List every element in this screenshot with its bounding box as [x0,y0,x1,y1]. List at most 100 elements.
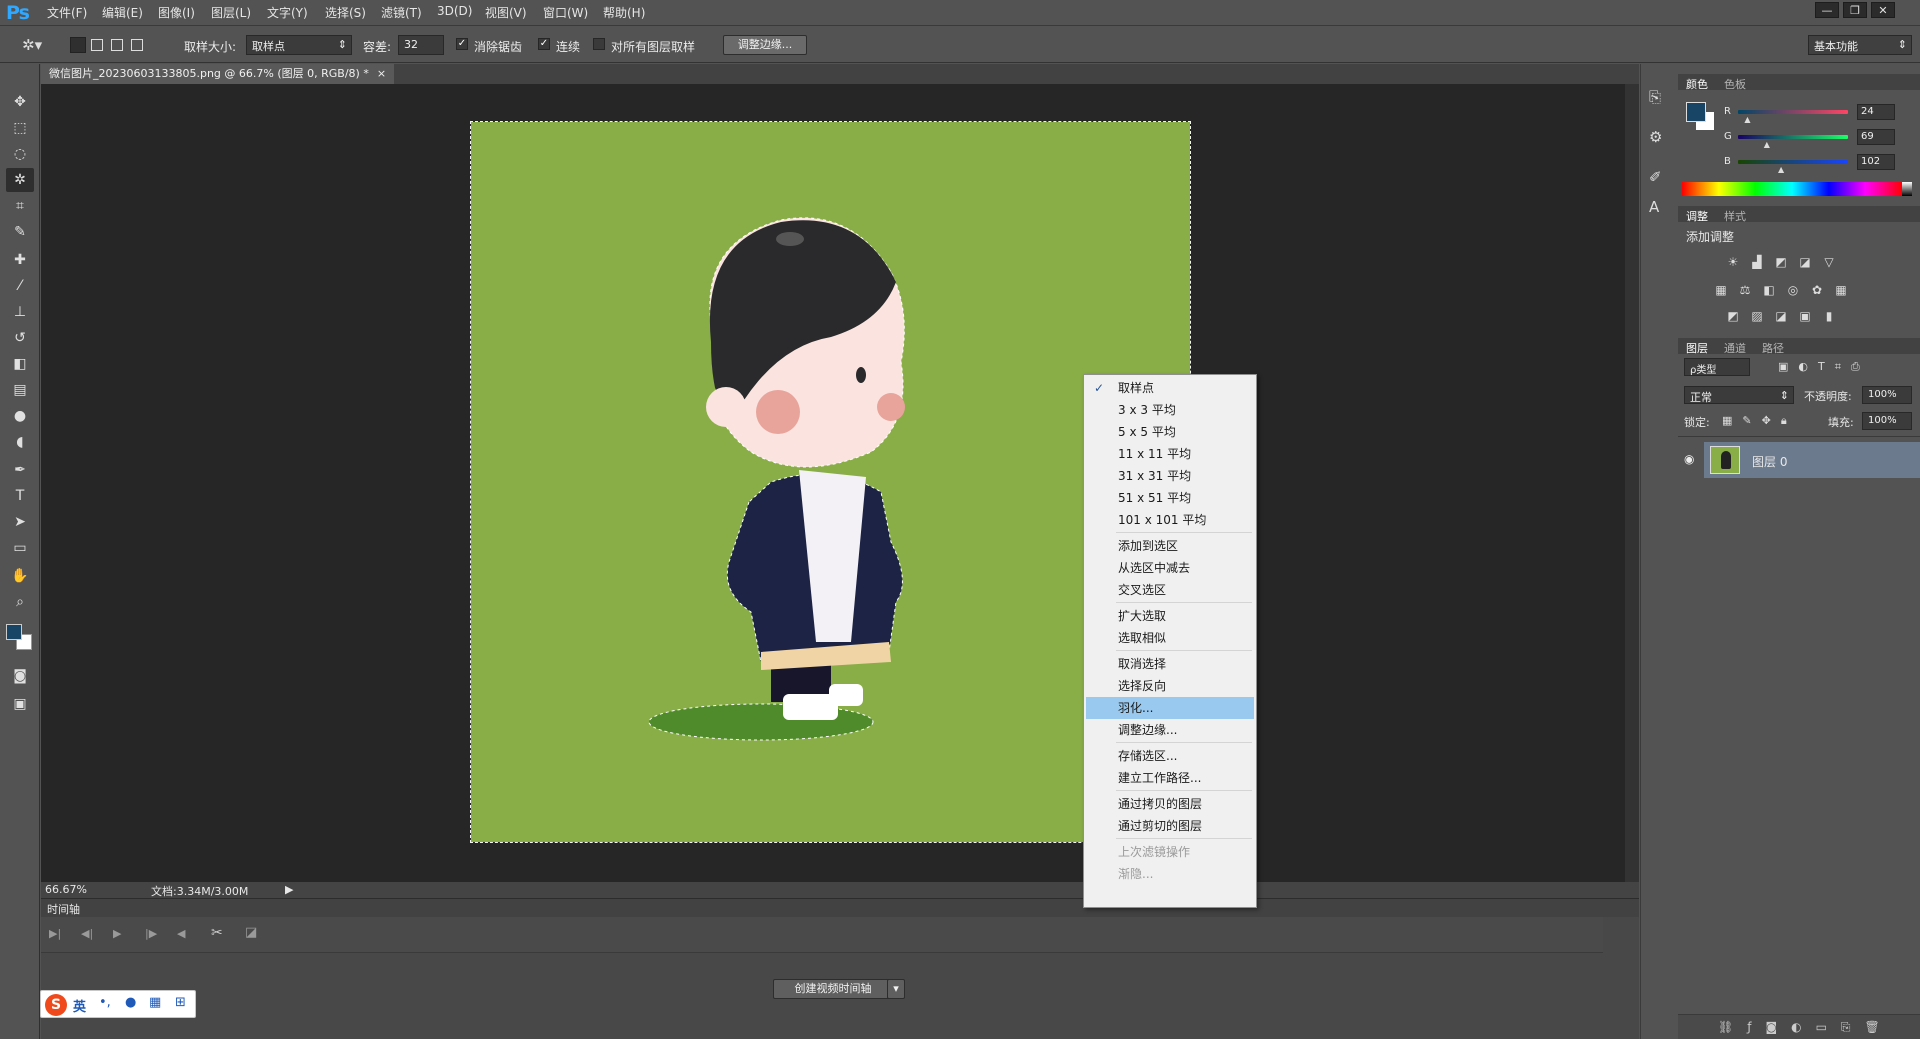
ime-toolbar[interactable]: S 英 •, ● ▦ ⊞ [40,990,196,1018]
subtract-selection-icon[interactable] [111,39,123,51]
lock-icons[interactable]: ▦✎✥🔒︎ [1722,414,1797,428]
layer-name[interactable]: 图层 0 [1752,453,1787,470]
eyedropper-tool-icon[interactable]: ✎ [6,220,34,244]
menu-image[interactable]: 图像(I) [158,4,195,21]
context-menu-item[interactable]: 羽化... [1086,697,1254,719]
history-brush-tool-icon[interactable]: ↺ [6,326,34,350]
punctuation-icon[interactable]: •, [99,995,111,1010]
posterize-icon[interactable]: ▨ [1748,308,1766,324]
menu-help[interactable]: 帮助(H) [603,4,645,21]
layer-filter-icons[interactable]: ▣◐T⌗⎙ [1778,360,1870,374]
context-menu-item[interactable]: 取消选择 [1086,653,1254,675]
context-menu-item[interactable]: 5 x 5 平均 [1086,421,1254,443]
context-menu-item[interactable]: 通过拷贝的图层 [1086,793,1254,815]
prev-frame-icon[interactable]: ◀| [81,927,93,940]
restore-button[interactable]: ❐ [1843,2,1867,18]
color-lookup-icon[interactable]: ▦ [1832,282,1850,298]
green-value[interactable]: 69 [1857,129,1895,145]
context-menu-item[interactable]: 101 x 101 平均 [1086,509,1254,531]
next-frame-icon[interactable]: |▶ [145,927,157,940]
menu-select[interactable]: 选择(S) [325,4,366,21]
new-selection-icon[interactable] [70,37,86,53]
black-white-icon[interactable]: ◧ [1760,282,1778,298]
add-selection-icon[interactable] [91,39,103,51]
keyboard-icon[interactable]: ▦ [149,995,161,1010]
tab-channels[interactable]: 通道 [1724,340,1746,356]
blue-slider[interactable] [1738,160,1848,164]
context-menu-item[interactable]: 11 x 11 平均 [1086,443,1254,465]
green-slider-thumb[interactable]: ▲ [1764,140,1770,149]
audio-icon[interactable]: ◀ [177,927,185,940]
character-panel-icon[interactable]: A [1649,198,1659,216]
menu-3d[interactable]: 3D(D) [437,4,472,18]
properties-panel-icon[interactable]: ⚙ [1649,128,1662,146]
channel-mixer-icon[interactable]: ✿ [1808,282,1826,298]
marquee-tool-icon[interactable]: ⬚ [6,116,34,140]
context-menu-item[interactable]: 扩大选取 [1086,605,1254,627]
layer-actions-icons[interactable]: ⛓ƒ◙◐▭⎘🗑︎ [1718,1020,1894,1035]
red-slider-thumb[interactable]: ▲ [1744,115,1750,124]
menu-layer[interactable]: 图层(L) [211,4,251,21]
context-menu-item[interactable]: 选择反向 [1086,675,1254,697]
first-frame-icon[interactable]: ▶| [49,927,61,940]
transition-icon[interactable]: ◪ [245,925,257,940]
close-tab-icon[interactable]: × [377,67,386,80]
gradient-tool-icon[interactable]: ▤ [6,378,34,402]
context-menu-item[interactable]: ✓ 取样点 [1086,377,1254,399]
brush-panel-icon[interactable]: ✐ [1649,168,1662,186]
minimize-button[interactable]: — [1815,2,1839,18]
eraser-tool-icon[interactable]: ◧ [6,352,34,376]
vibrance-icon[interactable]: ▽ [1820,254,1838,270]
gradient-map-icon[interactable]: ▮ [1820,308,1838,324]
zoom-tool-icon[interactable]: ⌕ [6,590,34,614]
magic-wand-tool-icon[interactable]: ✲ [6,168,34,192]
move-tool-icon[interactable]: ✥ [6,90,34,114]
hand-tool-icon[interactable]: ✋ [6,564,34,588]
tab-color[interactable]: 颜色 [1686,76,1708,92]
menu-window[interactable]: 窗口(W) [543,4,588,21]
tab-paths[interactable]: 路径 [1762,340,1784,356]
layer-filter-select[interactable]: ρ类型 [1684,358,1750,376]
tab-styles[interactable]: 样式 [1724,208,1746,224]
contiguous-checkbox[interactable]: ✓ [538,38,550,50]
context-menu-item[interactable]: 添加到选区 [1086,535,1254,557]
all-layers-checkbox[interactable] [593,38,605,50]
blue-value[interactable]: 102 [1857,154,1895,170]
close-button[interactable]: ✕ [1871,2,1895,18]
color-balance-icon[interactable]: ⚖ [1736,282,1754,298]
tab-layers[interactable]: 图层 [1686,340,1708,356]
quick-mask-icon[interactable]: ◙ [6,664,34,688]
workspace-select[interactable]: 基本功能 ⇕ [1808,35,1912,55]
anti-alias-checkbox[interactable]: ✓ [456,38,468,50]
magic-wand-preset-icon[interactable]: ✲▾ [22,36,42,54]
context-menu-item[interactable]: 通过剪切的图层 [1086,815,1254,837]
foreground-color-swatch[interactable] [6,624,22,640]
context-menu-item[interactable]: 从选区中减去 [1086,557,1254,579]
context-menu-item[interactable]: 51 x 51 平均 [1086,487,1254,509]
context-menu-item[interactable]: 建立工作路径... [1086,767,1254,789]
blend-mode-select[interactable]: 正常 ⇕ [1684,386,1794,404]
exposure-icon[interactable]: ◪ [1796,254,1814,270]
tab-swatches[interactable]: 色板 [1724,76,1746,92]
menu-file[interactable]: 文件(F) [47,4,87,21]
clone-stamp-tool-icon[interactable]: ⊥ [6,300,34,324]
curves-icon[interactable]: ◩ [1772,254,1790,270]
color-panel-swatches[interactable] [1686,102,1718,134]
color-spectrum-bar[interactable] [1682,182,1902,196]
photo-filter-icon[interactable]: ◎ [1784,282,1802,298]
fill-input[interactable]: 100% [1862,412,1912,430]
red-value[interactable]: 24 [1857,104,1895,120]
levels-icon[interactable]: ▟ [1748,254,1766,270]
tab-adjustments[interactable]: 调整 [1686,208,1708,224]
play-icon[interactable]: ▶ [113,927,121,940]
document-tab[interactable]: 微信图片_20230603133805.png @ 66.7% (图层 0, R… [41,64,395,84]
ime-lang[interactable]: 英 [73,996,86,1015]
document-size[interactable]: 文档:3.34M/3.00M [151,883,248,899]
mic-icon[interactable]: ● [125,995,136,1010]
blur-tool-icon[interactable]: ● [6,404,34,428]
red-slider[interactable] [1738,110,1848,114]
menu-filter[interactable]: 滤镜(T) [381,4,422,21]
brush-tool-icon[interactable]: ⁄ [6,274,34,298]
refine-edge-button[interactable]: 调整边缘... [723,35,807,55]
invert-icon[interactable]: ◩ [1724,308,1742,324]
